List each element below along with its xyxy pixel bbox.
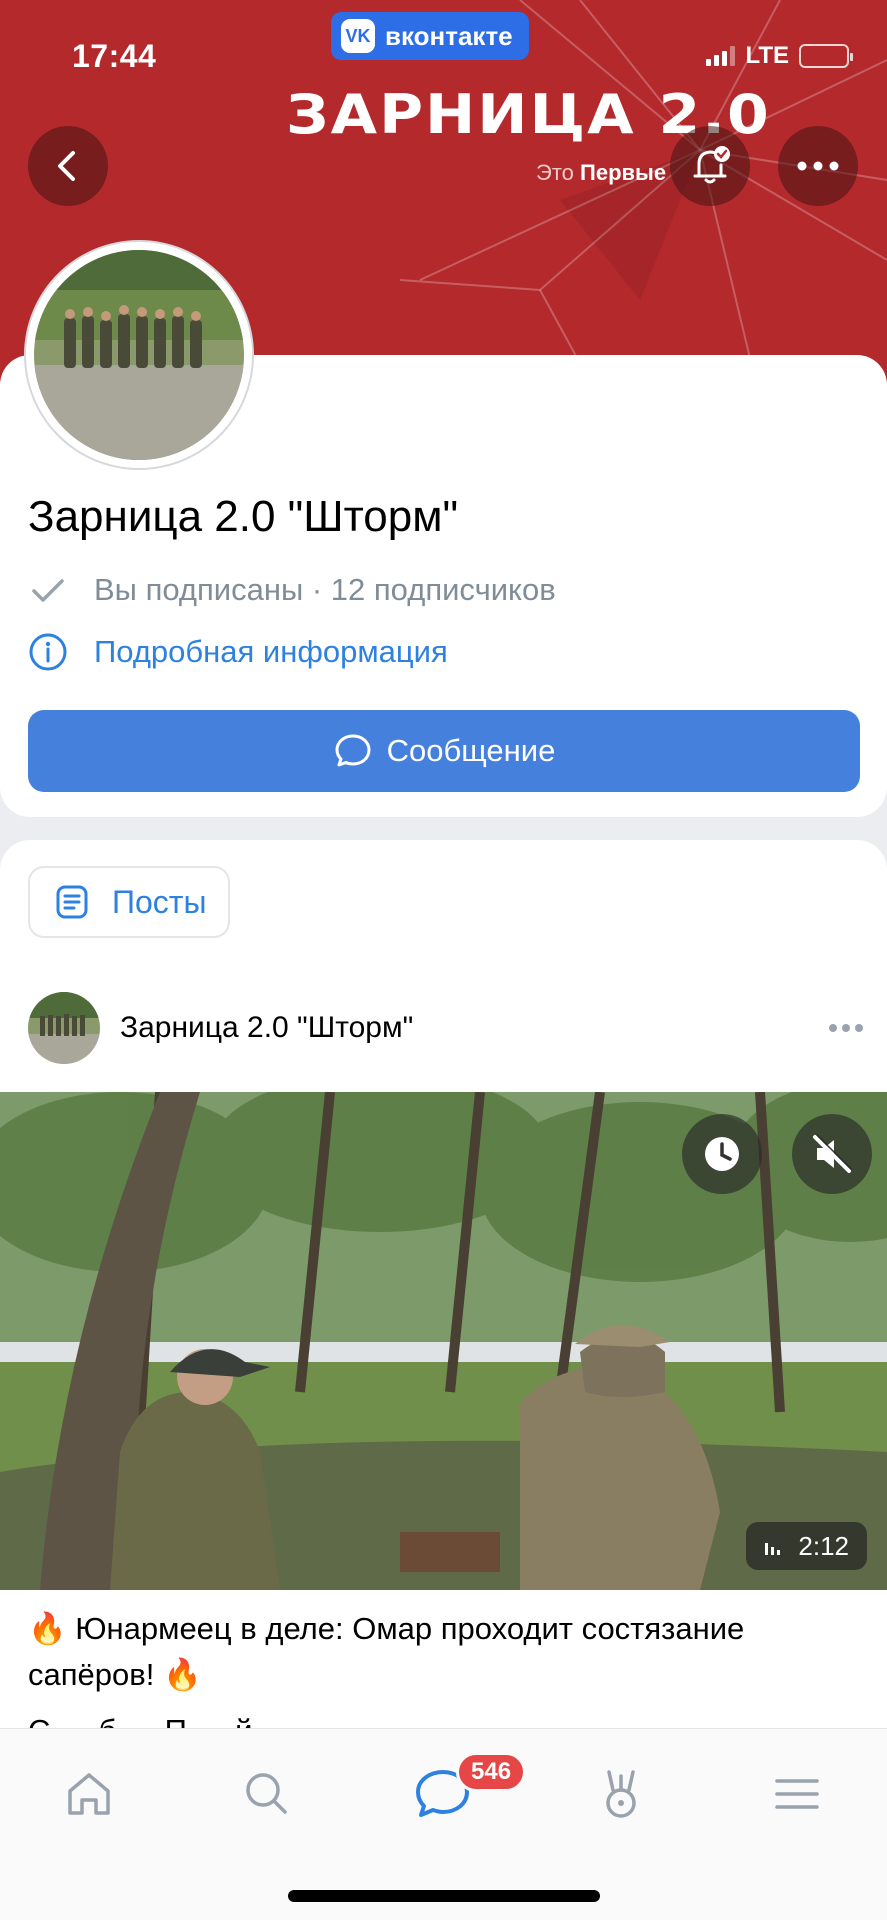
checkmark-icon — [32, 579, 64, 602]
post-text-line-2: сапёров! 🔥 — [28, 1657, 202, 1692]
subscription-status: Вы подписаны · 12 подписчиков — [94, 572, 556, 607]
tab-search[interactable] — [232, 1759, 302, 1829]
tab-home[interactable] — [54, 1759, 124, 1829]
post-text-clipped-line: С … б … П … й — [28, 1708, 858, 1728]
tab-menu[interactable] — [762, 1759, 832, 1829]
menu-icon — [775, 1779, 819, 1809]
post-header: Зарница 2.0 "Шторм" — [28, 992, 863, 1064]
search-icon — [246, 1773, 287, 1814]
posts-filter-label: Посты — [112, 883, 207, 920]
video-duration-badge: 2:12 — [746, 1522, 867, 1570]
post-more-icon[interactable] — [829, 1024, 863, 1032]
cover-subtitle-prefix: Это — [536, 160, 574, 185]
notifications-button[interactable] — [670, 126, 750, 206]
post-text: 🔥 Юнармеец в деле: Омар проходит состяза… — [28, 1606, 858, 1698]
clock-icon — [705, 1137, 739, 1171]
signal-icon — [706, 46, 736, 66]
status-indicators: LTE — [706, 42, 853, 70]
home-icon — [68, 1773, 110, 1815]
more-horizontal-icon — [797, 161, 839, 171]
back-button[interactable] — [28, 126, 108, 206]
clips-icon — [606, 1770, 636, 1818]
network-label: LTE — [745, 42, 789, 69]
info-icon — [29, 633, 67, 671]
bars-icon — [765, 1543, 781, 1555]
cover-subtitle-bold: Первые — [580, 160, 667, 185]
post-video[interactable]: 2:12 — [0, 1092, 887, 1590]
message-button[interactable]: Сообщение — [28, 710, 860, 792]
post-author-avatar[interactable] — [28, 992, 100, 1064]
posts-filter-chip[interactable]: Посты — [28, 866, 231, 938]
mute-button[interactable] — [792, 1114, 872, 1194]
messages-count-badge: 546 — [456, 1752, 527, 1792]
app-name-label: вконтакте — [385, 20, 513, 51]
back-icon — [58, 151, 75, 181]
details-link-label: Подробная информация — [94, 634, 448, 669]
more-button[interactable] — [778, 126, 858, 206]
video-duration: 2:12 — [798, 1530, 849, 1561]
message-bubble-icon — [335, 734, 371, 767]
app-return-pill[interactable]: VK вконтакте — [331, 12, 529, 60]
post-text-line-1: 🔥 Юнармеец в деле: Омар проходит состяза… — [28, 1611, 745, 1646]
status-time: 17:44 — [72, 38, 157, 74]
muted-speaker-icon — [813, 1134, 852, 1173]
bell-check-icon — [693, 146, 730, 184]
cover-subtitle: Это Первые — [536, 160, 666, 186]
battery-icon — [799, 44, 853, 68]
subscription-row[interactable]: Вы подписаны · 12 подписчиков — [28, 570, 556, 610]
post-author-name[interactable]: Зарница 2.0 "Шторм" — [120, 1011, 413, 1045]
tab-clips[interactable] — [586, 1759, 656, 1829]
group-avatar[interactable] — [26, 242, 252, 468]
watch-later-button[interactable] — [682, 1114, 762, 1194]
group-avatar-photo — [34, 250, 244, 460]
message-button-label: Сообщение — [386, 733, 556, 768]
details-link[interactable]: Подробная информация — [28, 632, 448, 672]
home-indicator[interactable] — [288, 1890, 600, 1902]
posts-list-icon — [56, 885, 88, 919]
vk-logo-icon: VK — [341, 19, 375, 53]
group-name: Зарница 2.0 "Шторм" — [28, 492, 459, 541]
